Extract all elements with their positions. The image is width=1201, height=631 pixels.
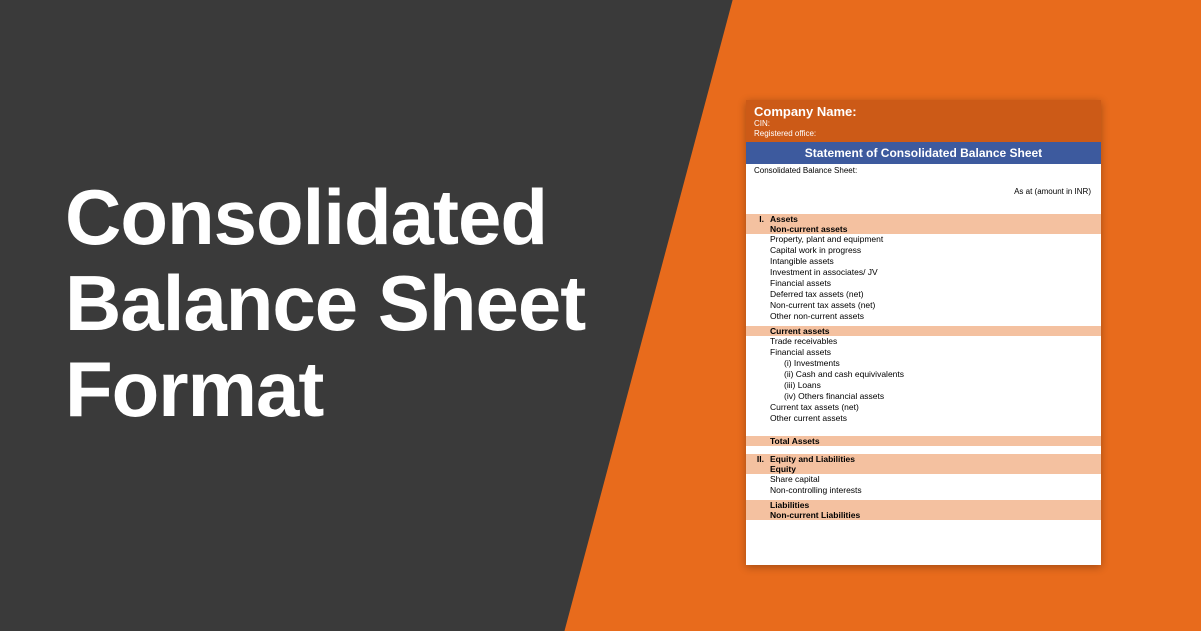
list-item: Trade receivables (746, 336, 1101, 347)
noncurrent-assets-row: Non-current assets (746, 224, 1101, 234)
total-assets-row: Total Assets (746, 436, 1101, 446)
heading-line-1: Consolidated (65, 175, 585, 261)
list-item: (iii) Loans (746, 380, 1101, 391)
cin-label: CIN: (754, 119, 1093, 129)
assets-heading: Assets (768, 214, 1101, 224)
list-item: (ii) Cash and cash equivivalents (746, 369, 1101, 380)
section-1-num: I. (746, 214, 768, 224)
list-item: Share capital (746, 474, 1101, 485)
noncurrent-assets: Non-current assets (768, 224, 1101, 234)
balance-sheet-preview: Company Name: CIN: Registered office: St… (746, 100, 1101, 565)
list-item: Non-controlling interests (746, 485, 1101, 496)
sheet-header: Company Name: CIN: Registered office: (746, 100, 1101, 142)
list-item: Capital work in progress (746, 245, 1101, 256)
list-item: Other non-current assets (746, 311, 1101, 322)
list-item: (i) Investments (746, 358, 1101, 369)
heading-line-3: Format (65, 347, 585, 433)
heading-line-2: Balance Sheet (65, 261, 585, 347)
main-heading: Consolidated Balance Sheet Format (65, 175, 585, 432)
cbs-label: Consolidated Balance Sheet: (746, 164, 1101, 177)
list-item: Non-current tax assets (net) (746, 300, 1101, 311)
section-2-num: II. (746, 454, 768, 464)
list-item: Property, plant and equipment (746, 234, 1101, 245)
list-item: Other current assets (746, 413, 1101, 424)
equity-row: Equity (746, 464, 1101, 474)
current-assets-row: Current assets (746, 326, 1101, 336)
equity-liabilities: Equity and Liabilities (768, 454, 1101, 464)
list-item: (iv) Others financial assets (746, 391, 1101, 402)
equity-liabilities-row: II. Equity and Liabilities (746, 454, 1101, 464)
liabilities: Liabilities (768, 500, 1101, 510)
noncurrent-liabilities: Non-current Liabilities (768, 510, 1101, 520)
company-name-label: Company Name: (754, 104, 1093, 119)
asat-label: As at (amount in INR) (746, 185, 1101, 198)
list-item: Current tax assets (net) (746, 402, 1101, 413)
assets-row: I. Assets (746, 214, 1101, 224)
current-assets: Current assets (768, 326, 1101, 336)
title-bar: Statement of Consolidated Balance Sheet (746, 142, 1101, 164)
equity: Equity (768, 464, 1101, 474)
list-item: Financial assets (746, 347, 1101, 358)
noncurrent-liabilities-row: Non-current Liabilities (746, 510, 1101, 520)
list-item: Intangible assets (746, 256, 1101, 267)
total-assets: Total Assets (768, 436, 1101, 446)
liabilities-row: Liabilities (746, 500, 1101, 510)
list-item: Investment in associates/ JV (746, 267, 1101, 278)
registered-office-label: Registered office: (754, 129, 1093, 139)
list-item: Financial assets (746, 278, 1101, 289)
list-item: Deferred tax assets (net) (746, 289, 1101, 300)
